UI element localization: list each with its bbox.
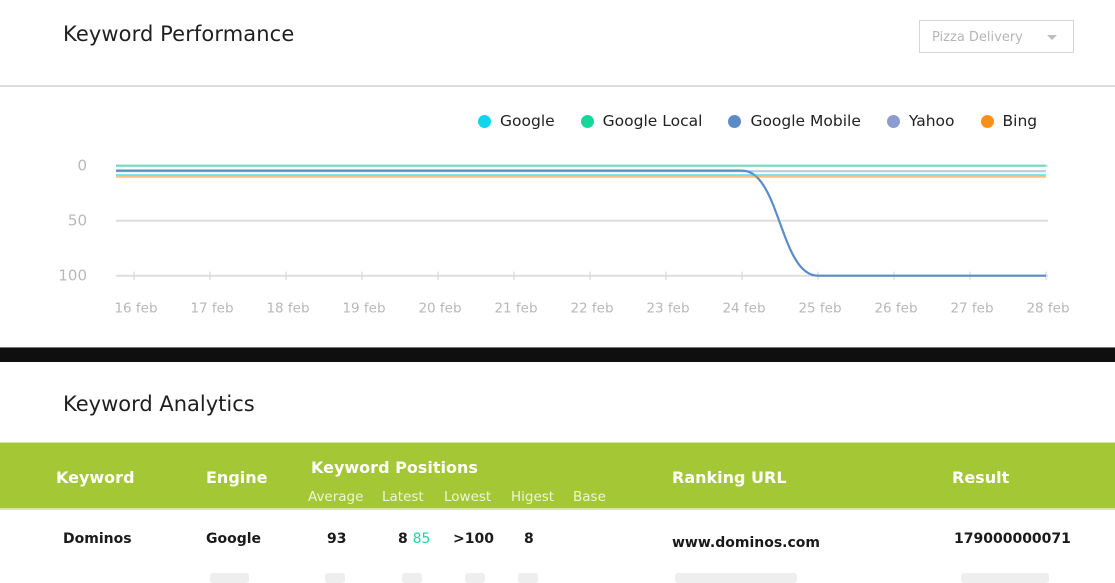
chart-legend: Google Google Local Google Mobile Yahoo Bing [478, 111, 1063, 131]
cell-highest: 8 [524, 531, 534, 547]
legend-item-google-local[interactable]: Google Local [580, 112, 703, 130]
column-latest[interactable]: Latest [382, 489, 424, 505]
latest-change: 85 [412, 531, 431, 547]
column-keyword[interactable]: Keyword [56, 468, 135, 487]
latest-value: 8 [398, 531, 408, 547]
cell-result: 179000000071 [954, 531, 1071, 547]
column-lowest[interactable]: Lowest [444, 489, 491, 505]
x-tick-label: 25 feb [798, 301, 841, 317]
x-tick-label: 27 feb [950, 301, 993, 317]
loading-placeholder [210, 573, 249, 583]
x-tick-label: 19 feb [342, 301, 385, 317]
section-divider [0, 347, 1115, 362]
x-tick-label: 18 feb [266, 301, 309, 317]
column-ranking-url[interactable]: Ranking URL [672, 468, 787, 487]
table-row[interactable]: Dominos Google 93 8 85 >100 8 www.domino… [0, 512, 1115, 572]
legend-item-google-mobile[interactable]: Google Mobile [728, 112, 861, 130]
loading-placeholder [518, 573, 538, 583]
keyword-dropdown[interactable]: Pizza Delivery [919, 20, 1074, 53]
y-tick-label: 0 [77, 157, 87, 175]
table-header: Keyword Engine Keyword Positions Average… [0, 442, 1115, 510]
x-tick-label: 17 feb [190, 301, 233, 317]
cell-average: 93 [327, 531, 347, 547]
analytics-title: Keyword Analytics [63, 392, 255, 416]
column-base[interactable]: Base [573, 489, 606, 505]
x-tick-label: 24 feb [722, 301, 765, 317]
legend-dot-icon [980, 114, 994, 128]
cell-engine: Google [206, 531, 262, 547]
x-tick-label: 23 feb [646, 301, 689, 317]
legend-label: Google [500, 112, 555, 130]
x-tick-label: 22 feb [570, 301, 613, 317]
cell-keyword: Dominos [63, 531, 132, 547]
page-title: Keyword Performance [63, 22, 295, 46]
loading-placeholder [675, 573, 797, 583]
x-tick-label: 16 feb [114, 301, 157, 317]
caret-down-icon [1047, 35, 1057, 40]
legend-dot-icon [478, 114, 491, 128]
cell-ranking-url[interactable]: www.dominos.com [672, 535, 820, 551]
x-tick-label: 26 feb [874, 301, 917, 317]
legend-dot-icon [728, 114, 742, 128]
legend-dot-icon [580, 114, 594, 128]
legend-label: Google Mobile [750, 112, 861, 130]
column-average[interactable]: Average [308, 489, 363, 505]
series-line-google-mobile [116, 169, 1046, 277]
legend-label: Bing [1002, 112, 1038, 130]
x-tick-label: 28 feb [1026, 301, 1069, 317]
legend-label: Google Local [602, 112, 703, 130]
cell-lowest: >100 [453, 531, 494, 547]
column-keyword-positions: Keyword Positions [311, 458, 478, 477]
loading-placeholder [465, 573, 485, 583]
x-tick-label: 21 feb [494, 301, 537, 317]
legend-item-bing[interactable]: Bing [980, 112, 1038, 130]
legend-item-yahoo[interactable]: Yahoo [886, 112, 955, 130]
column-highest[interactable]: Higest [511, 489, 554, 505]
line-chart: 0 50 100 16 feb 17 feb 18 feb 19 feb 20 feb 21 f… [58, 157, 1069, 317]
cell-latest: 8 85 [398, 531, 430, 547]
y-tick-label: 50 [68, 212, 87, 230]
loading-placeholder [402, 573, 422, 583]
x-tick-label: 20 feb [418, 301, 461, 317]
loading-placeholder [325, 573, 345, 583]
column-result[interactable]: Result [952, 468, 1009, 487]
legend-label: Yahoo [908, 112, 955, 130]
legend-item-google[interactable]: Google [478, 112, 555, 130]
loading-placeholder [961, 573, 1049, 583]
y-tick-label: 100 [58, 267, 87, 285]
performance-header: Keyword Performance Pizza Delivery [0, 0, 1115, 87]
column-engine[interactable]: Engine [206, 468, 268, 487]
dropdown-selected-value: Pizza Delivery [932, 30, 1023, 45]
legend-dot-icon [886, 114, 900, 128]
